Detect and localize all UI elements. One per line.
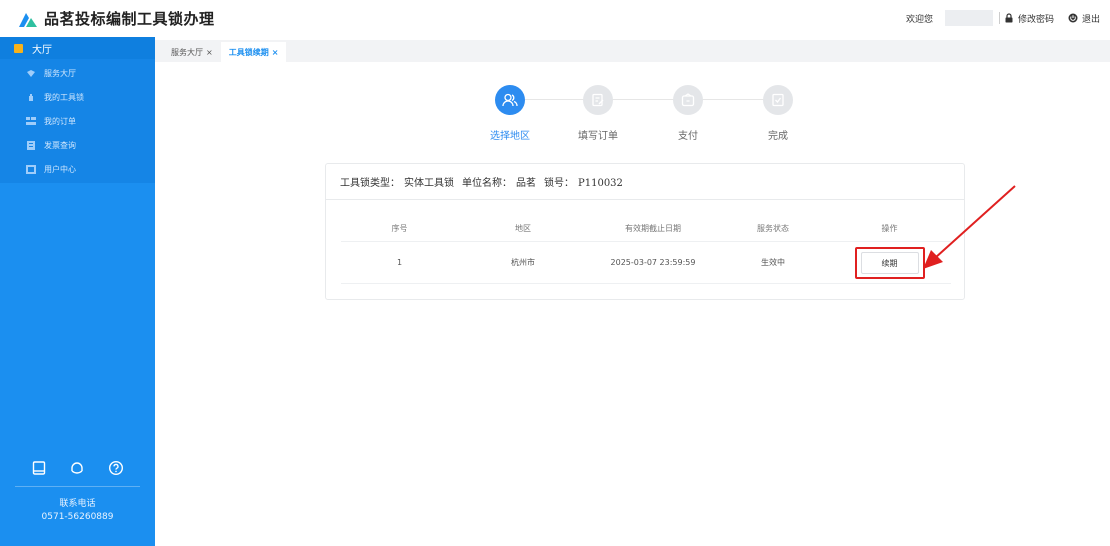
step-label: 完成 (768, 131, 788, 142)
table-header-row: 序号 地区 有效期截止日期 服务状态 操作 (341, 216, 951, 242)
lock-type-label: 工具锁类型： (340, 178, 400, 189)
lock-number-value: P110032 (578, 178, 623, 189)
change-password-label: 修改密码 (1017, 14, 1054, 25)
step-label: 填写订单 (578, 131, 618, 142)
user-center-icon (26, 164, 36, 174)
step-circle (763, 85, 793, 115)
sidebar-section-label: 大厅 (32, 44, 52, 56)
contact-phone: 0571-56260889 (41, 512, 114, 522)
renew-button[interactable]: 续期 (860, 251, 919, 274)
lock-number-text: 锁号： P110032 (544, 174, 627, 189)
tab-label: 服务大厅 (171, 47, 203, 57)
sidebar-footer: 联系电话 0571-56260889 (0, 456, 155, 546)
step-label: 选择地区 (490, 131, 530, 142)
sidebar: 大厅 服务大厅 我的工具锁 我的订单 发票查询 用户中心 联系电话 0571-5… (0, 37, 155, 546)
sidebar-item-my-orders[interactable]: 我的订单 (0, 109, 155, 133)
sidebar-item-label: 我的订单 (44, 116, 76, 126)
sidebar-item-label: 用户中心 (44, 164, 76, 174)
book-icon[interactable] (31, 460, 47, 476)
sidebar-menu: 服务大厅 我的工具锁 我的订单 发票查询 用户中心 (0, 59, 155, 183)
cell-expiry: 2025-03-07 23:59:59 (610, 258, 696, 267)
power-icon (1068, 13, 1078, 23)
unit-name-value: 品茗 (516, 178, 536, 189)
step-circle (583, 85, 613, 115)
service-hall-icon (27, 69, 35, 77)
sidebar-footer-divider (15, 486, 140, 487)
sidebar-item-label: 我的工具锁 (44, 92, 84, 102)
lock-type-text: 工具锁类型： 实体工具锁 (340, 174, 458, 189)
step-select-region: 选择地区 (475, 85, 545, 142)
welcome-text: 欢迎您 (905, 14, 933, 25)
help-icon[interactable] (108, 460, 124, 476)
username-masked (944, 10, 993, 26)
column-header-region: 地区 (515, 224, 531, 233)
app-title: 品茗投标编制工具锁办理 (44, 10, 215, 28)
lock-info-summary: 工具锁类型： 实体工具锁 单位名称： 品茗 锁号： P110032 (326, 164, 964, 200)
tab-lock-renewal[interactable]: 工具锁续期 × (220, 42, 287, 62)
column-header-action: 操作 (881, 224, 898, 233)
step-circle (673, 85, 703, 115)
unit-name-text: 单位名称： 品茗 (462, 174, 540, 189)
table-row: 1 杭州市 2025-03-07 23:59:59 生效中 续期 (341, 242, 951, 284)
column-header-index: 序号 (391, 224, 408, 233)
cell-status: 生效中 (761, 258, 785, 267)
sidebar-section-hall[interactable]: 大厅 (0, 37, 155, 59)
edit-document-icon (592, 93, 604, 107)
logout-label: 退出 (1081, 14, 1100, 25)
logo[interactable]: 品茗投标编制工具锁办理 (17, 8, 215, 29)
sidebar-item-user-center[interactable]: 用户中心 (0, 157, 155, 181)
lock-icon (29, 93, 33, 101)
check-document-icon (772, 93, 784, 107)
close-icon[interactable]: × (272, 48, 279, 57)
tab-bar: 服务大厅 × 工具锁续期 × (155, 40, 1110, 62)
logo-icon (19, 12, 37, 27)
tab-label: 工具锁续期 (228, 47, 269, 57)
lock-icon (1005, 13, 1013, 23)
lock-number-label: 锁号： (544, 178, 574, 189)
column-header-expiry: 有效期截止日期 (625, 224, 681, 233)
change-password-button[interactable]: 修改密码 (1004, 12, 1054, 25)
step-complete: 完成 (743, 85, 813, 142)
step-payment: 支付 (653, 85, 723, 142)
cell-action: 续期 (828, 246, 951, 279)
sidebar-item-service-hall[interactable]: 服务大厅 (0, 61, 155, 85)
step-circle (495, 85, 525, 115)
cell-region: 杭州市 (511, 258, 535, 267)
logout-button[interactable]: 退出 (1068, 12, 1100, 25)
column-header-status: 服务状态 (757, 224, 789, 233)
sidebar-item-label: 发票查询 (44, 140, 76, 150)
sidebar-item-invoice[interactable]: 发票查询 (0, 133, 155, 157)
renew-highlight-box: 续期 (854, 246, 925, 279)
contact-label: 联系电话 (59, 499, 96, 509)
lock-type-value: 实体工具锁 (404, 178, 454, 189)
header-divider (998, 12, 1000, 24)
close-icon[interactable]: × (206, 48, 213, 57)
tab-service-hall[interactable]: 服务大厅 × (163, 42, 221, 62)
step-label: 支付 (678, 131, 698, 142)
users-icon (502, 93, 518, 107)
wallet-icon (681, 93, 695, 107)
top-header: 品茗投标编制工具锁办理 欢迎您 修改密码 退出 (0, 0, 1110, 37)
lock-info-card: 工具锁类型： 实体工具锁 单位名称： 品茗 锁号： P110032 序号 地区 有效期… (325, 163, 965, 300)
headset-icon[interactable] (69, 460, 85, 476)
lock-table: 序号 地区 有效期截止日期 服务状态 操作 1 杭州市 2025-03-07 2… (341, 216, 951, 284)
order-icon (26, 116, 36, 125)
hall-icon (14, 43, 23, 53)
cell-index: 1 (396, 258, 403, 267)
step-fill-order: 填写订单 (563, 85, 633, 142)
progress-steps: 选择地区 填写订单 支付 完成 (475, 85, 815, 145)
invoice-icon (27, 140, 35, 150)
sidebar-item-label: 服务大厅 (44, 68, 76, 78)
unit-name-label: 单位名称： (462, 178, 512, 189)
sidebar-item-my-locks[interactable]: 我的工具锁 (0, 85, 155, 109)
